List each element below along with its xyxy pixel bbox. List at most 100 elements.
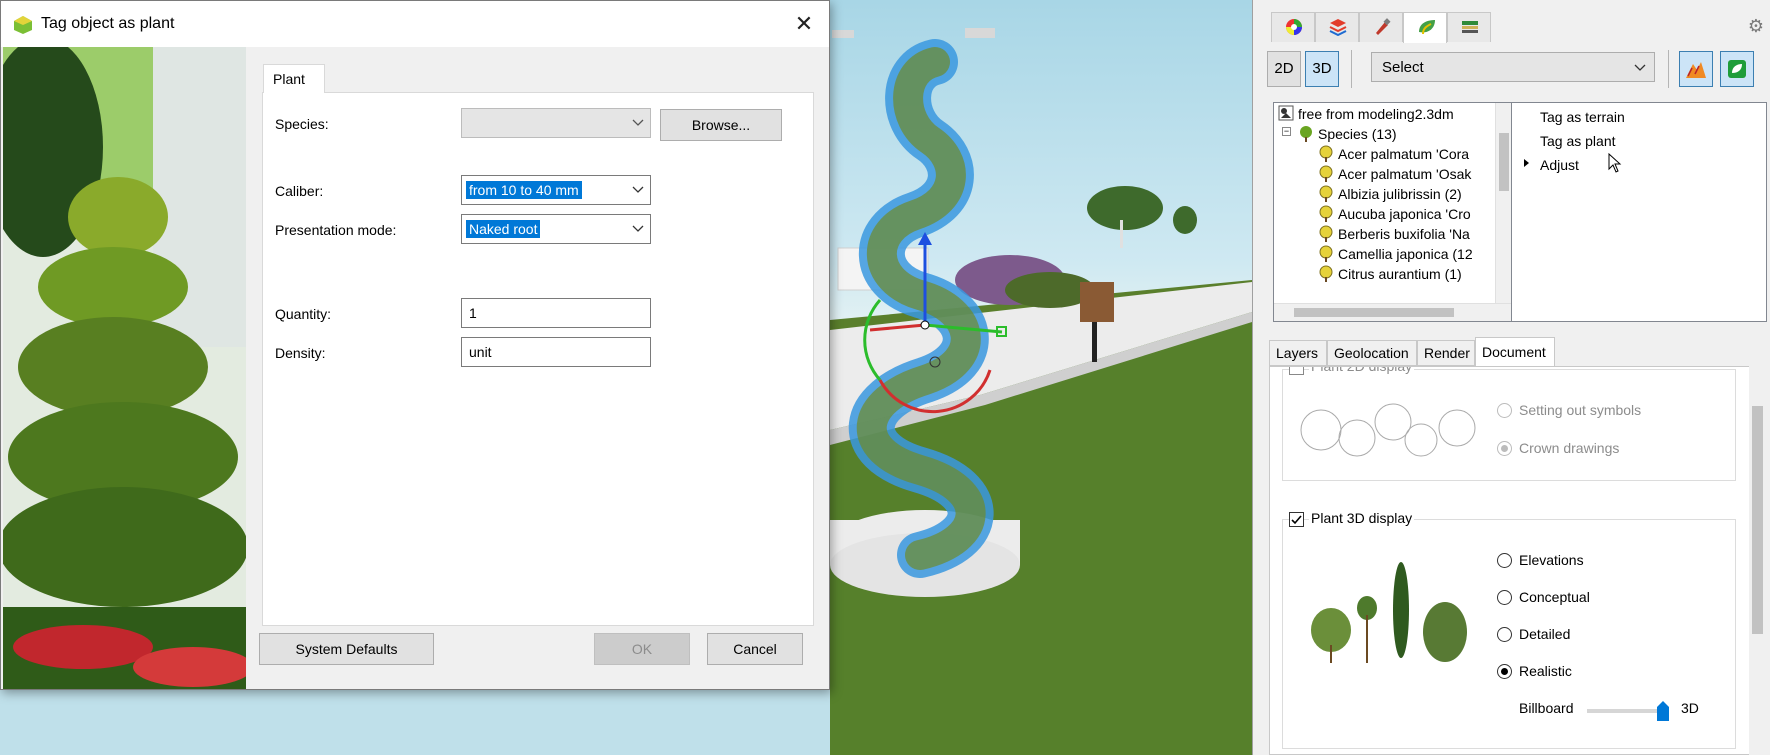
caliber-dropdown[interactable]: from 10 to 40 mm bbox=[461, 175, 651, 205]
tab-document[interactable]: Document bbox=[1475, 337, 1555, 367]
tab-plant[interactable]: Plant bbox=[263, 64, 325, 93]
density-value: unit bbox=[469, 344, 492, 360]
density-label: Density: bbox=[275, 345, 326, 361]
tree-item-label: Acer palmatum 'Osak bbox=[1338, 166, 1472, 182]
species-tree[interactable]: free from modeling2.3dm − Species (13) A… bbox=[1273, 102, 1513, 322]
select-dropdown-value: Select bbox=[1382, 59, 1424, 76]
plant-3d-models-preview bbox=[1311, 562, 1467, 663]
tree-horizontal-scrollbar[interactable] bbox=[1274, 303, 1512, 321]
slider-3d-label: 3D bbox=[1681, 700, 1699, 716]
chevron-down-icon bbox=[1634, 64, 1646, 71]
caliber-value: from 10 to 40 mm bbox=[466, 181, 582, 199]
radio-label: Conceptual bbox=[1519, 589, 1590, 605]
plant-item-icon bbox=[1319, 185, 1333, 202]
brush-icon bbox=[1376, 18, 1391, 35]
caliber-label: Caliber: bbox=[275, 183, 324, 199]
plant-leaf-icon bbox=[1419, 20, 1435, 35]
tab-render[interactable]: Render bbox=[1417, 340, 1475, 366]
radio-indicator bbox=[1497, 553, 1512, 568]
panel-tab-plant[interactable] bbox=[1403, 12, 1447, 43]
billboard-slider-thumb[interactable] bbox=[1657, 701, 1669, 721]
scroll-thumb[interactable] bbox=[1752, 406, 1763, 634]
select-dropdown[interactable]: Select bbox=[1371, 52, 1655, 82]
menu-tag-plant[interactable]: Tag as plant bbox=[1540, 133, 1616, 149]
collapse-icon[interactable]: − bbox=[1282, 127, 1291, 136]
terrain-tool-button[interactable] bbox=[1679, 51, 1713, 87]
tab-layers[interactable]: Layers bbox=[1269, 340, 1327, 366]
plant-3d-title: Plant 3D display bbox=[1309, 510, 1415, 526]
tree-item-label: Albizia julibrissin (2) bbox=[1338, 186, 1462, 202]
submenu-arrow-icon bbox=[1524, 159, 1529, 167]
terrain-icon bbox=[1462, 21, 1478, 33]
panel-tab-brush[interactable] bbox=[1359, 12, 1403, 42]
species-dropdown[interactable] bbox=[461, 108, 651, 138]
species-value bbox=[466, 114, 472, 116]
plant-3d-checkbox[interactable] bbox=[1289, 512, 1304, 527]
billboard-slider-track[interactable] bbox=[1587, 701, 1669, 721]
system-defaults-button[interactable]: System Defaults bbox=[259, 633, 434, 665]
color-wheel-icon bbox=[1286, 19, 1302, 35]
menu-tag-terrain[interactable]: Tag as terrain bbox=[1540, 109, 1625, 125]
mouse-cursor-icon bbox=[1608, 153, 1622, 173]
radio-indicator bbox=[1497, 627, 1512, 642]
plant-3d-group: Plant 3D display Elevations Conceptual D… bbox=[1282, 510, 1736, 749]
tag-object-dialog: Tag object as plant ✕ Plant Species: Bro… bbox=[0, 0, 830, 690]
settings-gear-icon[interactable]: ⚙ bbox=[1748, 16, 1764, 37]
menu-adjust[interactable]: Adjust bbox=[1540, 157, 1579, 173]
plant-2d-checkbox[interactable] bbox=[1289, 367, 1304, 375]
tab-geolocation[interactable]: Geolocation bbox=[1327, 340, 1417, 366]
chevron-down-icon bbox=[632, 186, 644, 193]
dialog-titlebar[interactable]: Tag object as plant ✕ bbox=[1, 1, 829, 47]
tree-item-label: Camellia japonica (12 bbox=[1338, 246, 1473, 262]
panel-tab-color[interactable] bbox=[1271, 12, 1315, 42]
scroll-thumb[interactable] bbox=[1294, 308, 1454, 317]
tree-species-icon bbox=[1300, 126, 1312, 142]
plant-item-icon bbox=[1319, 265, 1333, 282]
chevron-down-icon bbox=[632, 119, 644, 126]
radio-label: Realistic bbox=[1519, 663, 1572, 679]
view-2d-button[interactable]: 2D bbox=[1267, 51, 1301, 87]
tree-item-label: Berberis buxifolia 'Na bbox=[1338, 226, 1470, 242]
plant-item-icon bbox=[1319, 165, 1333, 182]
radio-label: Detailed bbox=[1519, 626, 1571, 642]
radio-label: Elevations bbox=[1519, 552, 1584, 568]
cancel-button[interactable]: Cancel bbox=[707, 633, 803, 665]
panel-tab-terrain[interactable] bbox=[1447, 12, 1491, 42]
density-field[interactable]: unit bbox=[461, 337, 651, 367]
browse-button[interactable]: Browse... bbox=[660, 109, 782, 141]
plant-item-icon bbox=[1319, 205, 1333, 222]
plant-2d-group: Plant 2D display Setting out symbols Cro… bbox=[1282, 367, 1736, 481]
view-3d-button[interactable]: 3D bbox=[1305, 51, 1339, 87]
plant-preview-image bbox=[3, 47, 246, 689]
panel-tab-layers[interactable] bbox=[1315, 12, 1359, 42]
ok-button[interactable]: OK bbox=[594, 633, 690, 665]
presentation-mode-value: Naked root bbox=[466, 220, 541, 238]
tree-vertical-scrollbar[interactable] bbox=[1495, 103, 1512, 303]
plant-item-icon bbox=[1319, 225, 1333, 242]
plant-app-icon bbox=[14, 16, 32, 34]
plant-2d-title: Plant 2D display bbox=[1309, 367, 1415, 374]
toolbar-separator bbox=[1351, 50, 1352, 88]
radio-label: Setting out symbols bbox=[1519, 402, 1642, 418]
terrain-tool-icon bbox=[1686, 62, 1706, 78]
tree-root-label: free from modeling2.3dm bbox=[1298, 106, 1454, 122]
radio-indicator bbox=[1497, 441, 1512, 456]
document-vertical-scrollbar[interactable] bbox=[1749, 366, 1766, 755]
plant-2d-symbols-preview bbox=[1300, 403, 1476, 457]
plant-item-icon bbox=[1319, 245, 1333, 262]
quantity-field[interactable]: 1 bbox=[461, 298, 651, 328]
presentation-mode-label: Presentation mode: bbox=[275, 222, 397, 238]
plant-tool-button[interactable] bbox=[1720, 51, 1754, 87]
tree-group-label: Species (13) bbox=[1318, 126, 1397, 142]
radio-indicator bbox=[1497, 403, 1512, 418]
presentation-mode-dropdown[interactable]: Naked root bbox=[461, 214, 651, 244]
document-panel: Plant 2D display Setting out symbols Cro… bbox=[1269, 366, 1765, 755]
scroll-thumb[interactable] bbox=[1499, 133, 1509, 191]
dialog-title: Tag object as plant bbox=[41, 15, 175, 32]
check-icon bbox=[1291, 515, 1302, 525]
tree-item-label: Aucuba japonica 'Cro bbox=[1338, 206, 1471, 222]
radio-indicator bbox=[1497, 664, 1512, 679]
chevron-down-icon bbox=[632, 225, 644, 232]
close-icon[interactable]: ✕ bbox=[787, 7, 821, 41]
quantity-value: 1 bbox=[469, 305, 477, 321]
